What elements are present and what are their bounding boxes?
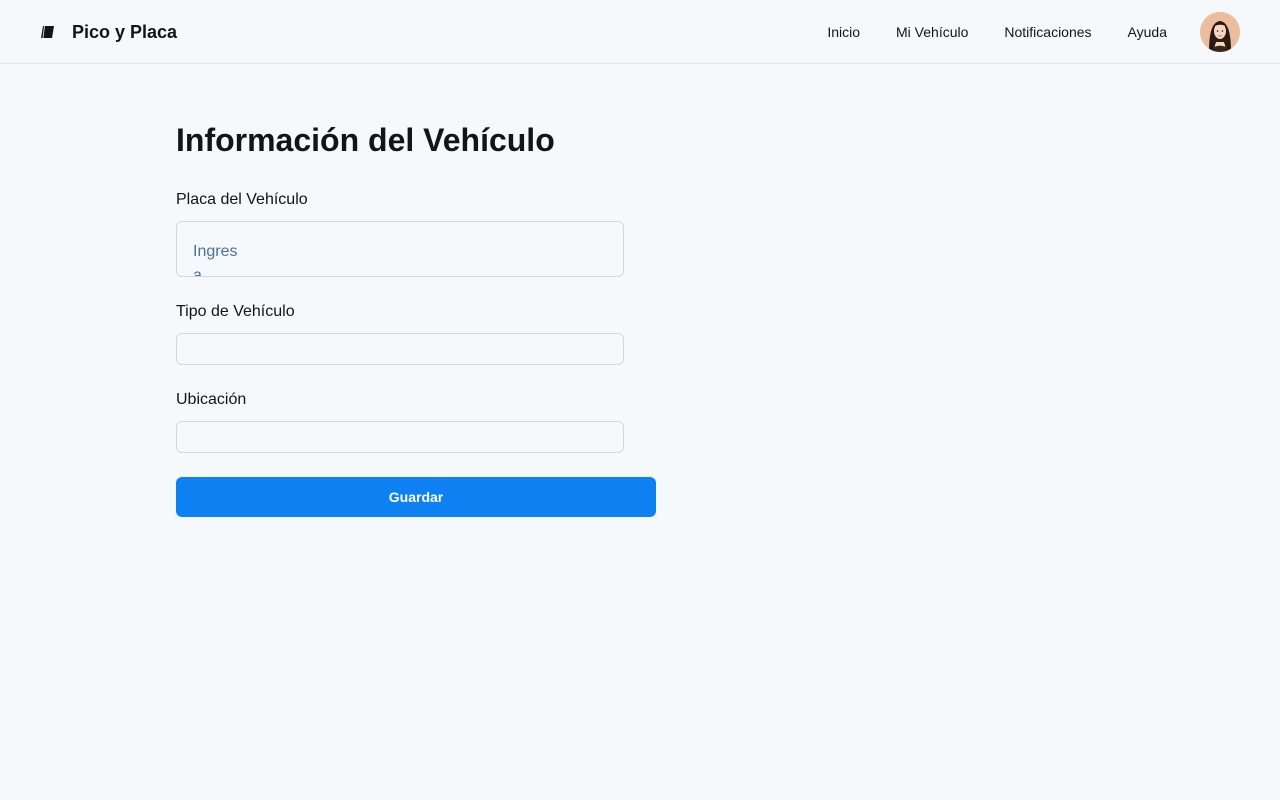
location-label: Ubicación xyxy=(176,391,247,408)
page-title: Información del Vehículo xyxy=(176,122,555,158)
main-nav: Inicio Mi Vehículo Notificaciones Ayuda xyxy=(827,0,1240,64)
vehicle-type-input[interactable] xyxy=(176,333,624,365)
brand-name: Pico y Placa xyxy=(72,21,178,42)
nav-item-ayuda[interactable]: Ayuda xyxy=(1128,24,1167,40)
vehicle-type-label: Tipo de Vehículo xyxy=(176,303,295,320)
nav-item-notificaciones[interactable]: Notificaciones xyxy=(1004,24,1091,40)
user-avatar[interactable] xyxy=(1200,12,1240,52)
location-input[interactable] xyxy=(176,421,624,453)
plate-label: Placa del Vehículo xyxy=(176,191,308,208)
save-button[interactable]: Guardar xyxy=(176,477,656,517)
brand[interactable]: Pico y Placa xyxy=(40,19,177,45)
logo-icon xyxy=(40,24,56,40)
nav-item-mi-vehiculo[interactable]: Mi Vehículo xyxy=(896,24,968,40)
nav-item-inicio[interactable]: Inicio xyxy=(827,24,860,40)
top-navbar: Pico y Placa Inicio Mi Vehículo Notifica… xyxy=(0,0,1280,64)
plate-input[interactable] xyxy=(176,221,624,277)
